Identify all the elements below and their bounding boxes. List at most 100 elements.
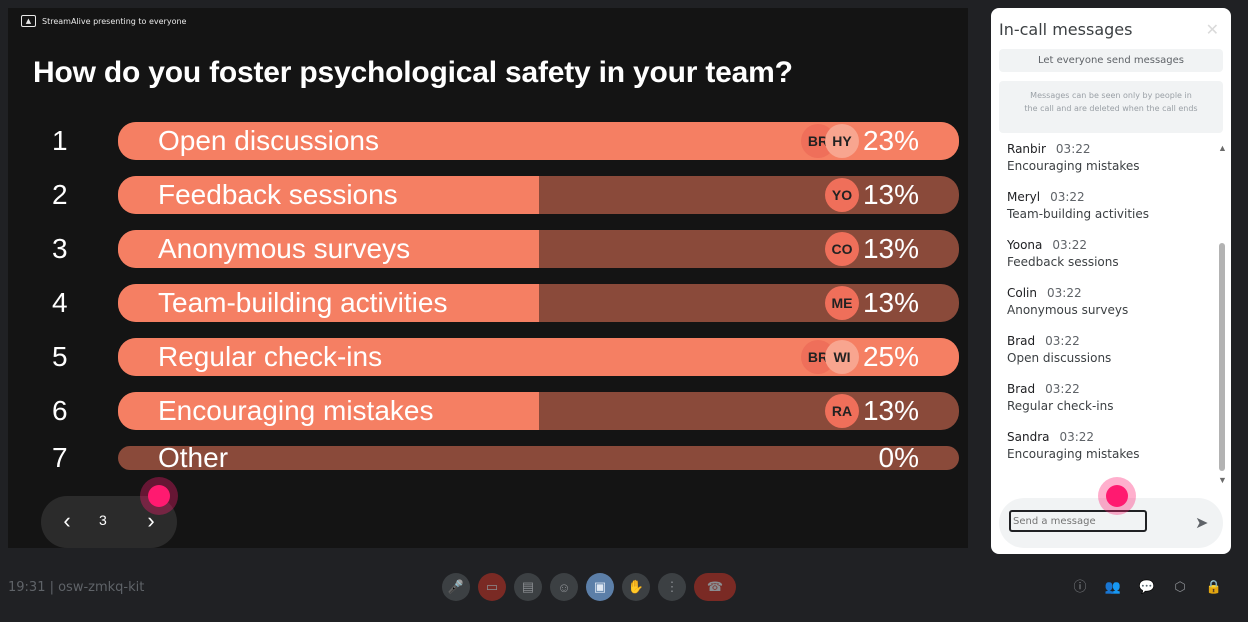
chat-privacy-note: Messages can be seen only by people in t…: [999, 81, 1223, 133]
voter-avatar: WI: [825, 340, 859, 374]
message-text: Team-building activities: [1007, 207, 1150, 221]
end-call-icon[interactable]: ☎: [694, 573, 736, 601]
message-time: 03:22: [1055, 142, 1091, 156]
option-label: Open discussions: [158, 125, 380, 156]
people-icon[interactable]: 👥: [1104, 578, 1122, 596]
option-percent: 13%: [862, 287, 919, 318]
message-time: 03:22: [1050, 190, 1085, 204]
camera-off-icon[interactable]: ▭: [478, 573, 506, 601]
message-sender: Sandra: [1007, 430, 1050, 444]
emoji-icon[interactable]: ☺: [550, 573, 578, 601]
voter-avatar: RA: [825, 394, 859, 428]
option-number: 6: [52, 395, 68, 426]
let-everyone-send-toggle[interactable]: Let everyone send messages: [999, 49, 1223, 72]
chevron-right-icon[interactable]: ›: [141, 510, 161, 532]
message-sender: Yoona: [1007, 238, 1043, 252]
message-time: 03:22: [1045, 334, 1080, 348]
chat-message: Sandra 03:22 Encouraging mistakes: [1007, 426, 1207, 461]
info-icon[interactable]: ⓘ: [1071, 578, 1089, 596]
result-bar: Regular check-ins 25% BR WI: [118, 338, 959, 376]
message-time: 03:22: [1052, 238, 1087, 252]
chat-message: Colin 03:22 Anonymous surveys: [1007, 282, 1207, 317]
voter-avatar: CO: [825, 232, 859, 266]
result-bar: Other 0%: [118, 446, 959, 470]
poll-question: How do you foster psychological safety i…: [33, 56, 793, 89]
chat-panel: In-call messages ✕ Let everyone send mes…: [991, 8, 1231, 554]
option-number: 4: [52, 287, 68, 318]
send-icon[interactable]: ➤: [1195, 513, 1208, 533]
meet-window: ▲ StreamAlive presenting to everyone How…: [0, 0, 1248, 622]
message-text: Regular check-ins: [1007, 399, 1114, 413]
message-sender: Colin: [1007, 286, 1037, 300]
chat-title: In-call messages: [999, 20, 1133, 39]
poll-option: 7 Other 0%: [8, 442, 968, 473]
presenting-badge: ▲ StreamAlive presenting to everyone: [21, 15, 186, 27]
chat-message: Brad 03:22 Open discussions: [1007, 330, 1207, 365]
option-percent: 13%: [862, 179, 919, 210]
message-sender: Brad: [1007, 382, 1036, 396]
chevron-left-icon[interactable]: ‹: [57, 510, 77, 532]
activities-icon[interactable]: ⬡: [1171, 578, 1189, 596]
result-bar: Encouraging mistakes 13% RA: [118, 392, 959, 430]
message-sender: Ranbir: [1007, 142, 1046, 156]
present-screen-icon[interactable]: ▣: [586, 573, 614, 601]
voter-avatar: HY: [825, 124, 859, 158]
result-bar: Open discussions 23% BR HY: [118, 122, 959, 160]
option-percent: 13%: [862, 395, 919, 426]
chat-message: Brad 03:22 Regular check-ins: [1007, 378, 1207, 413]
meeting-controls-bar: 19:31 | osw-zmkq-kit 🎤 ▭ ▤ ☺ ▣ ✋ ⋮ ☎ ⓘ 👥…: [0, 556, 1248, 622]
option-percent: 25%: [862, 341, 919, 372]
cursor-highlight: [1106, 485, 1128, 507]
option-number: 3: [52, 233, 68, 264]
message-text: Encouraging mistakes: [1007, 159, 1140, 173]
option-label: Encouraging mistakes: [158, 395, 434, 426]
chat-scrollbar[interactable]: ▲ ▼: [1218, 143, 1228, 488]
option-label: Feedback sessions: [158, 179, 398, 210]
meeting-info: 19:31 | osw-zmkq-kit: [8, 580, 145, 595]
option-number: 7: [52, 442, 68, 473]
option-label: Team-building activities: [158, 287, 448, 318]
message-time: 03:22: [1047, 286, 1082, 300]
send-message-input[interactable]: [1009, 510, 1147, 532]
option-number: 5: [52, 341, 68, 372]
scroll-up-icon[interactable]: ▲: [1218, 143, 1227, 153]
option-percent: 23%: [862, 125, 919, 156]
message-text: Encouraging mistakes: [1007, 447, 1140, 461]
option-number: 2: [52, 179, 68, 210]
message-time: 03:22: [1059, 430, 1095, 444]
poll-option: 5 Regular check-ins 25% BR WI: [8, 338, 968, 376]
scroll-thumb[interactable]: [1219, 243, 1225, 471]
host-controls-icon[interactable]: 🔒: [1205, 578, 1223, 596]
voter-avatar: ME: [825, 286, 859, 320]
chat-icon[interactable]: 💬: [1138, 578, 1156, 596]
raise-hand-icon[interactable]: ✋: [622, 573, 650, 601]
scroll-down-icon[interactable]: ▼: [1218, 475, 1227, 485]
page-number: 3: [99, 512, 107, 528]
cursor-highlight: [148, 485, 170, 507]
presenting-label: StreamAlive presenting to everyone: [42, 16, 187, 26]
message-text: Anonymous surveys: [1007, 303, 1129, 317]
poll-option: 3 Anonymous surveys 13% CO: [8, 230, 968, 268]
option-number: 1: [52, 125, 68, 156]
chat-message: Meryl 03:22 Team-building activities: [1007, 186, 1207, 221]
option-percent: 0%: [878, 446, 919, 470]
close-icon[interactable]: ✕: [1206, 20, 1219, 40]
poll-option: 1 Open discussions 23% BR HY: [8, 122, 968, 160]
more-options-icon[interactable]: ⋮: [658, 573, 686, 601]
present-icon: ▲: [21, 15, 36, 27]
option-label: Other: [158, 446, 229, 470]
microphone-icon[interactable]: 🎤: [442, 573, 470, 601]
message-text: Feedback sessions: [1007, 255, 1119, 269]
message-time: 03:22: [1045, 382, 1080, 396]
result-bar: Feedback sessions 13% YO: [118, 176, 959, 214]
poll-option: 6 Encouraging mistakes 13% RA: [8, 392, 968, 430]
poll-option: 4 Team-building activities 13% ME: [8, 284, 968, 322]
presentation-stage: ▲ StreamAlive presenting to everyone How…: [8, 8, 968, 548]
voter-avatar: YO: [825, 178, 859, 212]
message-text: Open discussions: [1007, 351, 1112, 365]
message-sender: Meryl: [1007, 190, 1041, 204]
option-label: Anonymous surveys: [158, 233, 411, 264]
chat-message: Ranbir 03:22 Encouraging mistakes: [1007, 138, 1207, 173]
poll-option: 2 Feedback sessions 13% YO: [8, 176, 968, 214]
captions-icon[interactable]: ▤: [514, 573, 542, 601]
